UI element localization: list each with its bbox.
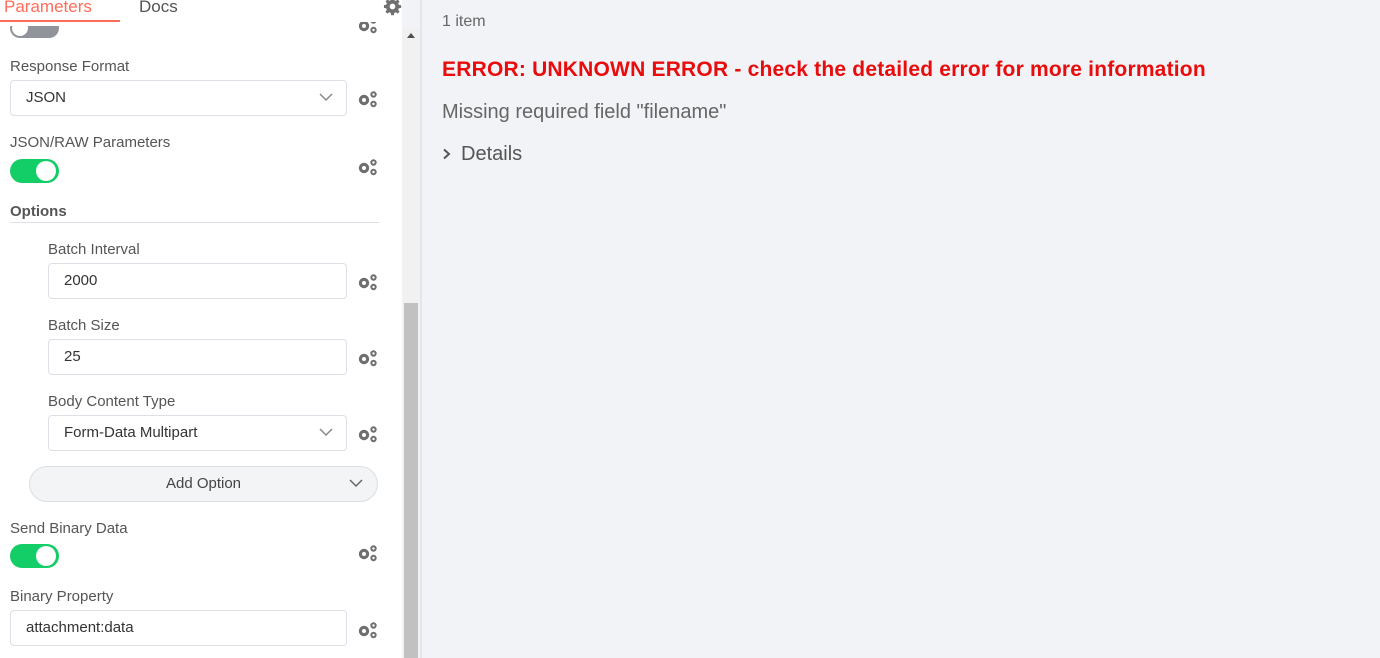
batch-interval-input[interactable]: 2000 [48, 263, 347, 299]
details-toggle[interactable]: Details [442, 143, 522, 166]
chevron-right-icon [443, 148, 451, 160]
binary-property-value: attachment:data [26, 619, 134, 636]
binary-property-label: Binary Property [10, 588, 114, 605]
scrollbar-thumb[interactable] [404, 303, 418, 658]
send-binary-toggle[interactable] [10, 544, 59, 568]
body-content-type-select[interactable]: Form-Data Multipart [48, 415, 347, 451]
batch-size-value: 25 [64, 348, 81, 365]
panel-tabs: Parameters Docs [0, 0, 402, 26]
toggle-knob [36, 161, 56, 181]
response-format-label: Response Format [10, 58, 130, 75]
batch-size-input[interactable]: 25 [48, 339, 347, 375]
chevron-down-icon [319, 428, 333, 437]
add-option-label: Add Option [165, 475, 242, 492]
gears-icon[interactable] [357, 90, 379, 108]
chevron-down-icon [319, 93, 333, 102]
json-raw-toggle[interactable] [10, 159, 59, 183]
parameters-panel: Parameters Docs Response Format JSON JSO… [0, 0, 402, 658]
body-content-type-label: Body Content Type [48, 393, 176, 410]
response-format-select[interactable]: JSON [10, 80, 347, 116]
gears-icon[interactable] [357, 544, 379, 562]
toggle-knob [36, 546, 56, 566]
error-title: ERROR: UNKNOWN ERROR - check the detaile… [442, 58, 1206, 81]
tab-parameters[interactable]: Parameters [0, 0, 120, 22]
batch-size-label: Batch Size [48, 317, 120, 334]
output-panel: 1 item ERROR: UNKNOWN ERROR - check the … [422, 0, 1380, 658]
options-divider [10, 222, 379, 223]
batch-interval-value: 2000 [64, 272, 98, 289]
scroll-up-arrow-icon[interactable] [407, 33, 415, 38]
panel-scrollbar[interactable] [402, 28, 420, 658]
send-binary-label: Send Binary Data [10, 520, 128, 537]
gears-icon[interactable] [357, 621, 379, 639]
options-title: Options [10, 203, 67, 220]
tab-docs[interactable]: Docs [139, 0, 178, 22]
binary-property-input[interactable]: attachment:data [10, 610, 347, 646]
gears-icon[interactable] [357, 425, 379, 443]
gears-icon[interactable] [357, 349, 379, 367]
error-message: Missing required field "filename" [442, 101, 727, 123]
chevron-down-icon [349, 479, 363, 488]
details-label: Details [461, 143, 523, 165]
item-count: 1 item [442, 13, 486, 30]
gears-icon[interactable] [357, 273, 379, 291]
add-option-button[interactable]: Add Option [29, 466, 378, 502]
gears-icon[interactable] [357, 158, 379, 176]
response-format-value: JSON [26, 89, 67, 106]
settings-gear-icon[interactable] [383, 0, 402, 16]
batch-interval-label: Batch Interval [48, 241, 140, 258]
json-raw-label: JSON/RAW Parameters [10, 134, 171, 151]
body-content-type-value: Form-Data Multipart [64, 424, 198, 441]
